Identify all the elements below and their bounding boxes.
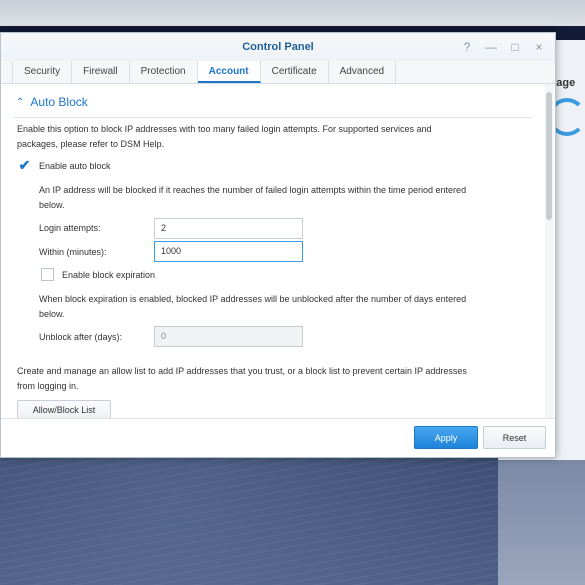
block-info-line-2: below. (39, 200, 65, 210)
description-line-2: packages, please refer to DSM Help. (17, 139, 165, 149)
enable-block-expiration-row: Enable block expiration (41, 268, 155, 281)
close-icon[interactable]: × (531, 39, 547, 55)
allow-block-list-button[interactable]: Allow/Block List (17, 400, 111, 419)
control-panel-window: Control Panel ? — □ × Security Firewall … (0, 32, 556, 458)
within-minutes-input[interactable]: 1000 (154, 241, 303, 262)
section-divider (13, 117, 532, 118)
checkmark-icon: ✔ (18, 157, 31, 173)
background-window-lower (498, 460, 585, 585)
expiration-info-line-2: below. (39, 309, 65, 319)
enable-auto-block-label: Enable auto block (39, 160, 111, 171)
window-controls: ? — □ × (459, 39, 547, 55)
window-titlebar[interactable]: Control Panel ? — □ × (1, 33, 555, 61)
list-info-line-1: Create and manage an allow list to add I… (17, 366, 467, 376)
help-icon[interactable]: ? (459, 39, 475, 55)
window-footer: Apply Reset (1, 418, 555, 457)
enable-block-expiration-checkbox[interactable] (41, 268, 54, 281)
chevron-up-icon[interactable]: ⌃ (16, 97, 24, 108)
tab-account[interactable]: Account (197, 61, 261, 83)
auto-block-section-header[interactable]: ⌃ Auto Block (16, 95, 88, 109)
minimize-icon[interactable]: — (483, 39, 499, 55)
within-minutes-label: Within (minutes): (39, 247, 107, 257)
list-info-line-2: from logging in. (17, 381, 79, 391)
expiration-info-line-1: When block expiration is enabled, blocke… (39, 294, 467, 304)
enable-block-expiration-label: Enable block expiration (62, 269, 156, 280)
apply-button[interactable]: Apply (414, 426, 478, 449)
desktop-top-strip (0, 0, 585, 28)
login-attempts-label: Login attempts: (39, 223, 101, 233)
reset-button[interactable]: Reset (483, 426, 546, 449)
login-attempts-input[interactable]: 2 (154, 218, 303, 239)
tab-certificate[interactable]: Certificate (261, 61, 329, 83)
tab-bar: Security Firewall Protection Account Cer… (1, 61, 555, 84)
enable-auto-block-row: ✔ Enable auto block (18, 157, 111, 173)
description-line-1: Enable this option to block IP addresses… (17, 124, 432, 134)
block-info-line-1: An IP address will be blocked if it reac… (39, 185, 467, 195)
settings-content: ⌃ Auto Block Enable this option to block… (1, 84, 544, 419)
maximize-icon[interactable]: □ (507, 39, 523, 55)
unblock-after-label: Unblock after (days): (39, 332, 123, 342)
tab-advanced[interactable]: Advanced (329, 61, 397, 83)
tab-security[interactable]: Security (12, 61, 73, 83)
unblock-after-input[interactable]: 0 (154, 326, 303, 347)
enable-auto-block-checkbox[interactable]: ✔ (18, 157, 31, 173)
scrollbar-thumb[interactable] (546, 92, 552, 220)
scrollbar[interactable] (545, 84, 553, 419)
tab-firewall[interactable]: Firewall (72, 61, 130, 83)
tab-protection[interactable]: Protection (130, 61, 198, 83)
section-title: Auto Block (30, 95, 88, 109)
